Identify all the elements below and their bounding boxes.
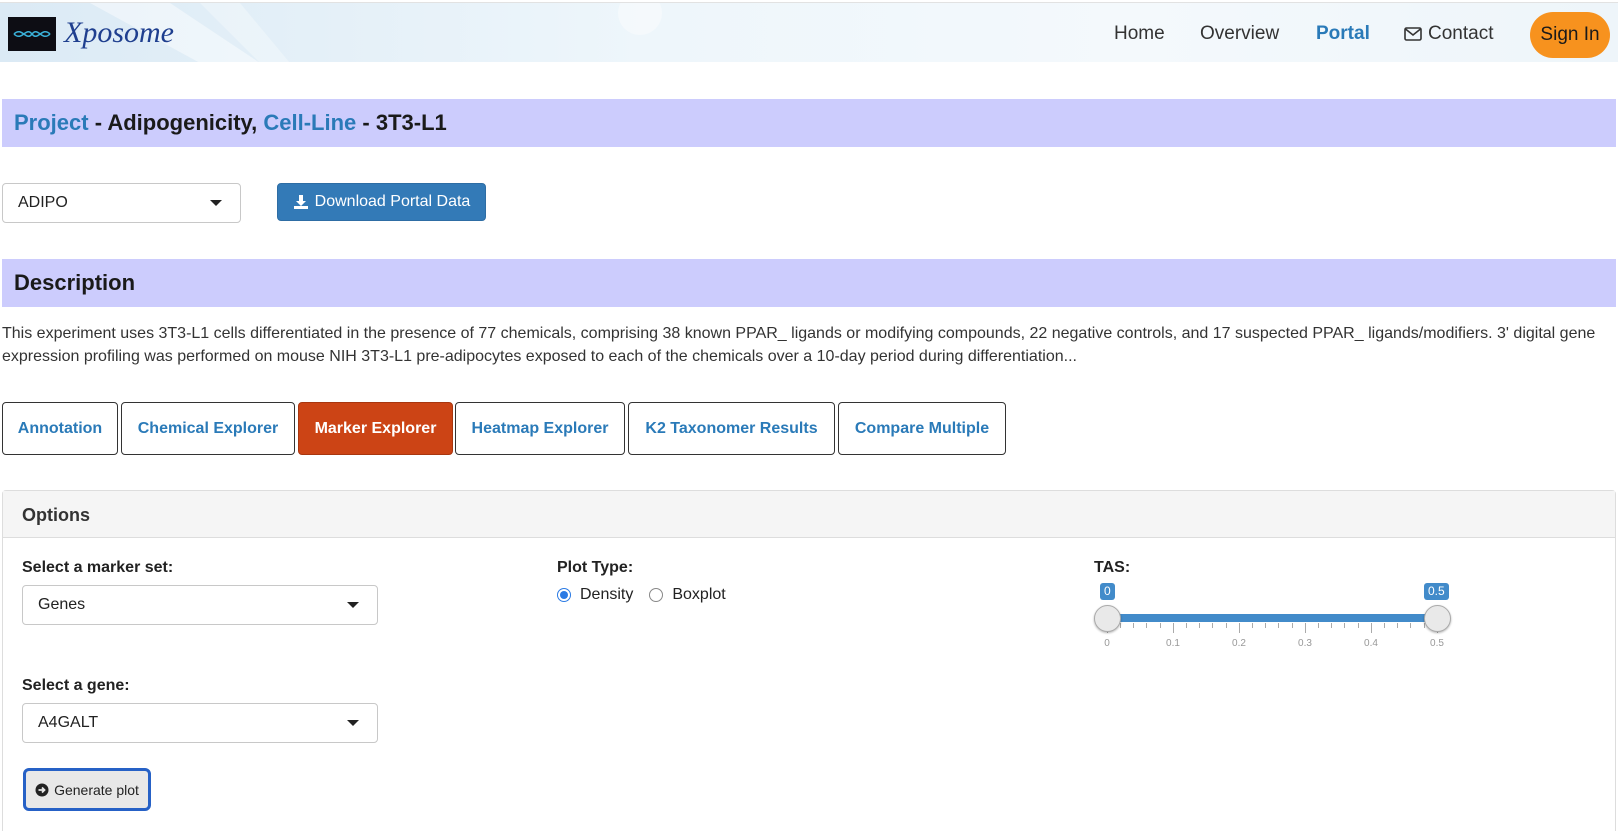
tas-label: TAS: [1094,559,1131,576]
radio-boxplot-label[interactable]: Boxplot [672,586,725,604]
description-heading: Description [14,270,136,295]
gene-select[interactable]: A4GALT [22,703,378,743]
tab-compare-multiple[interactable]: Compare Multiple [838,402,1006,455]
radio-density[interactable] [557,588,571,602]
generate-plot-button[interactable]: Generate plot [23,768,151,811]
plot-type-radio-group: Density Boxplot [557,586,726,604]
gene-label: Select a gene: [22,677,130,694]
chevron-down-icon [347,602,359,608]
description-header: Description [2,259,1616,307]
tas-min-bubble: 0 [1100,583,1115,600]
tick [1120,623,1121,628]
marker-set-label: Select a marker set: [22,559,174,576]
tab-chemical-explorer[interactable]: Chemical Explorer [121,402,295,455]
options-panel-header: Options [3,491,1615,538]
cell-line-link[interactable]: Cell-Line [263,110,356,135]
tick [1146,623,1147,628]
tick [1226,623,1227,628]
tab-annotation[interactable]: Annotation [2,402,118,455]
tab-heatmap-explorer[interactable]: Heatmap Explorer [455,402,625,455]
logo-icon[interactable] [8,17,56,51]
tick [1239,623,1240,633]
tick [1199,623,1200,628]
navbar: Xposome Home Overview Portal Contact Sig… [0,2,1618,62]
download-icon [293,195,308,209]
tick [1265,623,1266,628]
tick [1384,623,1385,628]
chevron-down-icon [210,200,222,206]
tick [1186,623,1187,628]
tick [1358,623,1359,628]
tick [1278,623,1279,628]
radio-density-label[interactable]: Density [580,586,633,604]
project-title: Project - Adipogenicity, Cell-Line - 3T3… [14,110,447,136]
tick-label: 0 [1104,638,1110,649]
nav-portal[interactable]: Portal [1316,23,1370,45]
tick [1318,623,1319,628]
tick-label: 0.2 [1232,638,1246,649]
project-link[interactable]: Project [14,110,89,135]
nav-contact-label: Contact [1428,23,1494,44]
marker-set-value: Genes [38,596,86,613]
sign-in-button[interactable]: Sign In [1530,12,1610,58]
description-text: This experiment uses 3T3-L1 cells differ… [2,325,1596,365]
tick-label: 0.4 [1364,638,1378,649]
tas-range-slider[interactable]: 0 0.5 0 0.1 0.2 0.3 0.4 0.5 [1090,583,1460,653]
arrow-circle-right-icon [35,783,49,796]
tab-marker-explorer[interactable]: Marker Explorer [298,402,453,455]
tas-slider-track[interactable] [1107,614,1437,622]
tick [1160,623,1161,628]
nav-home[interactable]: Home [1114,23,1165,45]
tick [1371,623,1372,633]
tab-k2-taxonomer-results[interactable]: K2 Taxonomer Results [628,402,835,455]
envelope-icon [1404,27,1422,41]
nav-overview[interactable]: Overview [1200,23,1279,45]
tas-max-handle[interactable] [1424,605,1451,632]
tas-max-bubble: 0.5 [1424,583,1449,600]
tick [1331,623,1332,628]
project-select-value: ADIPO [18,194,68,211]
options-title: Options [22,505,90,525]
tick [1133,623,1134,628]
project-name: - Adipogenicity, [88,110,264,135]
chevron-down-icon [347,720,359,726]
tick [1173,623,1174,633]
brand-name[interactable]: Xposome [64,16,174,50]
marker-set-select[interactable]: Genes [22,585,378,625]
tick [1410,623,1411,628]
tick-label: 0.1 [1166,638,1180,649]
cell-line-name: - 3T3-L1 [356,110,447,135]
radio-boxplot[interactable] [649,588,664,602]
tick [1212,623,1213,628]
plot-type-label: Plot Type: [557,559,634,576]
download-portal-data-button[interactable]: Download Portal Data [277,183,486,221]
tick-label: 0.3 [1298,638,1312,649]
tas-min-handle[interactable] [1094,605,1121,632]
tick [1292,623,1293,628]
tick [1305,623,1306,633]
generate-plot-label: Generate plot [54,781,139,798]
tick [1252,623,1253,628]
download-label: Download Portal Data [314,193,471,210]
options-panel: Options [2,490,1616,831]
project-header: Project - Adipogenicity, Cell-Line - 3T3… [2,99,1616,147]
nav-contact[interactable]: Contact [1404,23,1493,45]
tick-label: 0.5 [1430,638,1444,649]
project-select[interactable]: ADIPO [2,183,241,223]
tick [1344,623,1345,628]
gene-value: A4GALT [38,714,99,731]
tick [1397,623,1398,628]
